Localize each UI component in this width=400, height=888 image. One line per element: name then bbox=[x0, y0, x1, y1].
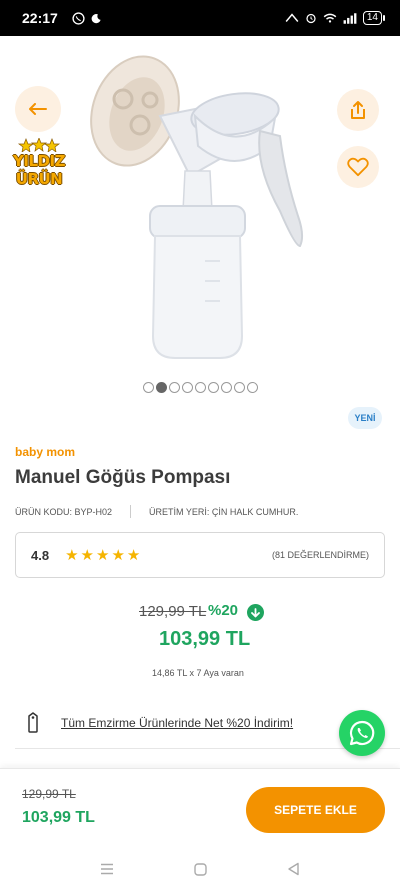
promo-text[interactable]: Tüm Emzirme Ürünlerinde Net %20 İndirim! bbox=[61, 716, 293, 730]
back-nav-icon[interactable] bbox=[287, 862, 300, 876]
status-bar-left: 22:17 bbox=[22, 10, 102, 26]
menu-nav-icon[interactable] bbox=[100, 863, 114, 875]
status-bar: 22:17 14 bbox=[0, 0, 400, 36]
heart-icon bbox=[347, 157, 369, 177]
badge-line2: ÜRÜN bbox=[15, 170, 63, 188]
carousel-dot[interactable] bbox=[156, 382, 167, 393]
data-saver-icon bbox=[285, 13, 299, 22]
carousel-dot[interactable] bbox=[182, 382, 193, 393]
product-meta: ÜRÜN KODU: BYP-H02 ÜRETİM YERİ: ÇİN HALK… bbox=[15, 505, 298, 518]
tag-icon bbox=[28, 712, 38, 733]
product-title: Manuel Göğüs Pompası bbox=[15, 467, 231, 488]
battery-indicator: 14 bbox=[362, 11, 386, 25]
section-divider bbox=[15, 748, 400, 749]
back-button[interactable] bbox=[15, 86, 61, 132]
star-icon: ★ bbox=[111, 547, 125, 564]
moon-icon bbox=[91, 13, 101, 23]
star-product-badge: YILDIZ ÜRÜN bbox=[12, 138, 66, 192]
carousel-dot[interactable] bbox=[234, 382, 245, 393]
carousel-dots[interactable] bbox=[143, 382, 258, 393]
badge-stars-icon bbox=[17, 138, 61, 152]
carousel-dot[interactable] bbox=[169, 382, 180, 393]
rating-score: 4.8 bbox=[31, 547, 50, 563]
promo-link[interactable]: Tüm Emzirme Ürünlerinde Net %20 İndirim! bbox=[15, 708, 385, 738]
carousel-dot[interactable] bbox=[208, 382, 219, 393]
carousel-dot[interactable] bbox=[247, 382, 258, 393]
rating-stars: ★ ★ ★ ★ ★ bbox=[65, 546, 140, 564]
carousel-dot[interactable] bbox=[221, 382, 232, 393]
bottom-old-price: 129,99 TL bbox=[22, 787, 76, 801]
new-badge: YENİ bbox=[348, 407, 382, 429]
rating-box[interactable]: 4.8 ★ ★ ★ ★ ★ (81 DEĞERLENDİRME) bbox=[15, 532, 385, 578]
share-icon bbox=[351, 101, 365, 119]
system-nav-bar bbox=[0, 850, 400, 888]
carousel-dot[interactable] bbox=[195, 382, 206, 393]
signal-icon bbox=[343, 12, 357, 24]
discount-percent: %20 bbox=[208, 602, 239, 619]
rating-count: (81 DEĞERLENDİRME) bbox=[271, 550, 369, 560]
brand-link[interactable]: baby mom bbox=[15, 445, 75, 459]
product-image bbox=[90, 55, 304, 359]
status-bar-right: 14 bbox=[285, 11, 386, 25]
status-time: 22:17 bbox=[22, 10, 58, 26]
alarm-icon bbox=[306, 13, 316, 24]
meta-divider bbox=[130, 505, 132, 518]
whatsapp-status-icon bbox=[72, 11, 85, 25]
favorite-button[interactable] bbox=[337, 146, 379, 188]
installment-info: 14,86 TL x 7 Aya varan bbox=[152, 668, 244, 678]
wifi-icon bbox=[323, 13, 337, 23]
add-to-cart-button[interactable]: SEPETE EKLE bbox=[246, 787, 385, 833]
arrow-down-icon bbox=[247, 604, 264, 621]
current-price: 103,99 TL bbox=[159, 628, 251, 650]
old-price: 129,99 TL bbox=[139, 603, 207, 620]
share-button[interactable] bbox=[337, 89, 379, 131]
star-icon: ★ bbox=[95, 547, 110, 564]
product-image-area[interactable]: YILDIZ ÜRÜN bbox=[0, 36, 400, 396]
bottom-purchase-bar: 129,99 TL 103,99 TL SEPETE EKLE bbox=[0, 768, 400, 850]
product-origin: ÜRETİM YERİ: ÇİN HALK CUMHUR. bbox=[149, 506, 299, 517]
whatsapp-button[interactable] bbox=[339, 710, 385, 756]
star-icon: ★ bbox=[126, 547, 141, 564]
bottom-current-price: 103,99 TL bbox=[22, 809, 95, 826]
carousel-dot[interactable] bbox=[143, 382, 154, 393]
product-code: ÜRÜN KODU: BYP-H02 bbox=[15, 506, 113, 517]
whatsapp-icon bbox=[349, 720, 375, 746]
back-arrow-icon bbox=[29, 103, 47, 115]
badge-line1: YILDIZ bbox=[13, 152, 65, 170]
star-icon: ★ bbox=[80, 547, 94, 564]
home-nav-icon[interactable] bbox=[194, 862, 207, 876]
star-icon: ★ bbox=[65, 547, 79, 564]
